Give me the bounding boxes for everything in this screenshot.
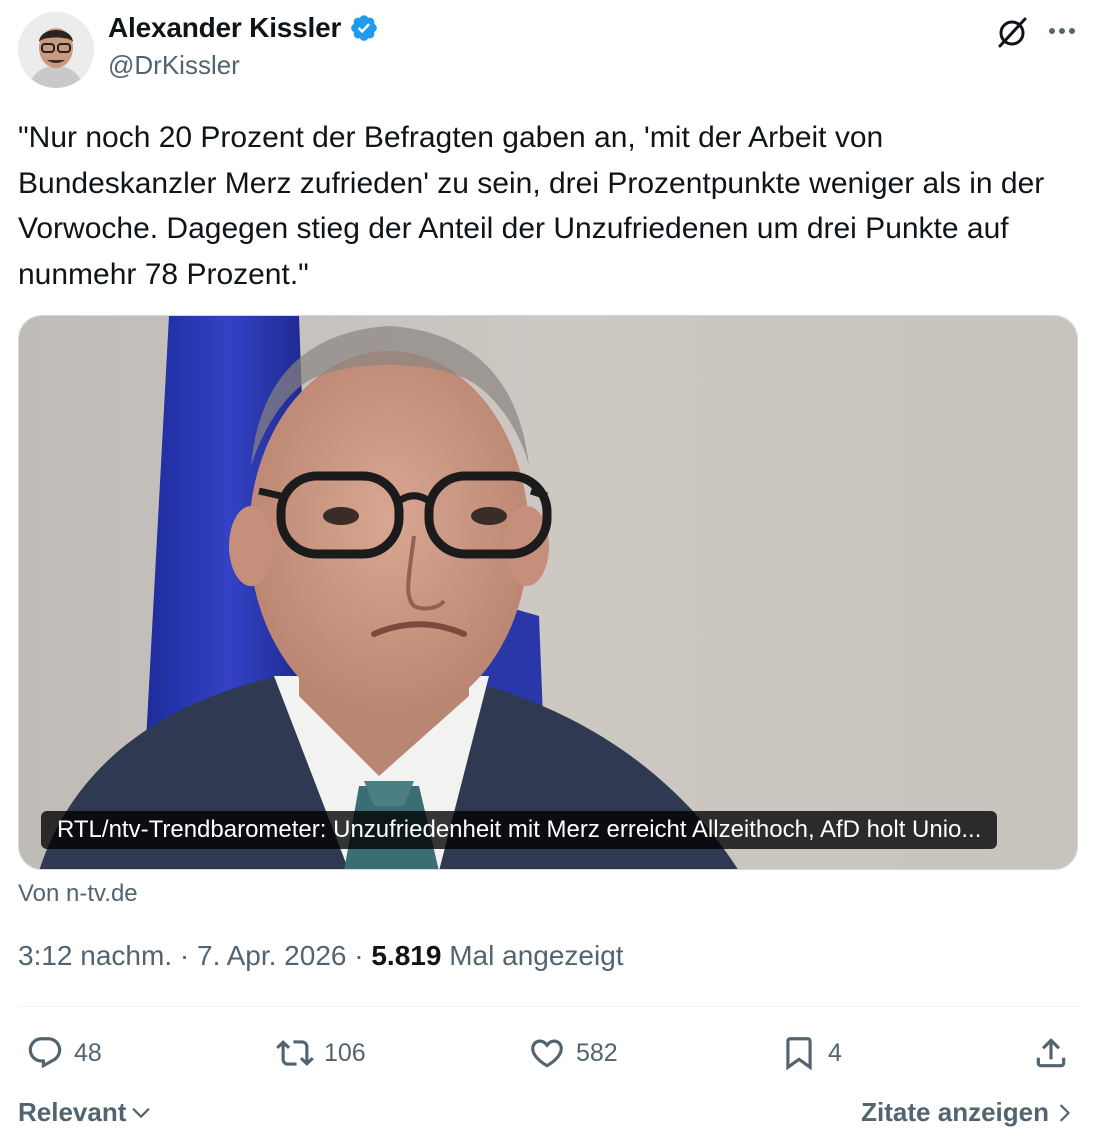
tweet-meta: 3:12 nachm. · 7. Apr. 2026 · 5.819 Mal a… [18,940,624,972]
meta-separator: · [179,940,190,971]
link-card-headline: RTL/ntv-Trendbarometer: Unzufriedenheit … [41,811,998,849]
sort-label: Relevant [18,1097,127,1127]
reply-count: 48 [74,1038,102,1067]
reply-icon [28,1037,62,1069]
retweet-icon [276,1040,314,1066]
grok-icon[interactable] [994,14,1030,50]
retweet-count: 106 [324,1038,366,1067]
bookmark-count: 4 [828,1038,842,1067]
share-button[interactable] [1032,1034,1070,1072]
divider [18,1006,1080,1007]
author-display-name[interactable]: Alexander Kissler [108,12,341,44]
view-quotes-link[interactable]: Zitate anzeigen [861,1097,1075,1128]
like-button[interactable]: 582 [528,1034,618,1072]
more-icon[interactable] [1045,14,1079,48]
views-count: 5.819 [371,940,442,971]
tweet-time[interactable]: 3:12 nachm. [18,940,172,971]
author-name-row[interactable]: Alexander Kissler [108,12,379,44]
bookmark-icon [786,1037,812,1071]
link-card-image [19,316,1077,869]
like-count: 582 [576,1038,618,1067]
chevron-down-icon [132,1107,150,1118]
quotes-label: Zitate anzeigen [861,1097,1049,1127]
link-card-source[interactable]: Von n-tv.de [18,880,138,908]
action-bar: 48 106 582 4 [0,1030,1093,1078]
share-icon [1036,1038,1066,1068]
bookmark-button[interactable]: 4 [780,1034,842,1072]
link-card[interactable]: RTL/ntv-Trendbarometer: Unzufriedenheit … [18,315,1078,870]
meta-separator: · [354,940,364,971]
verified-badge-icon[interactable] [349,13,379,43]
avatar-image [18,12,94,88]
tweet-date[interactable]: 7. Apr. 2026 [197,940,346,971]
sort-replies-button[interactable]: Relevant [18,1097,152,1128]
avatar[interactable] [18,12,94,88]
chevron-right-icon [1060,1104,1070,1121]
tweet-text: "Nur noch 20 Prozent der Befragten gaben… [18,121,1045,291]
views-label: Mal angezeigt [449,940,624,971]
reply-button[interactable]: 48 [26,1034,102,1072]
retweet-button[interactable]: 106 [276,1034,366,1072]
author-handle[interactable]: @DrKissler [108,50,240,81]
heart-icon [531,1039,563,1068]
